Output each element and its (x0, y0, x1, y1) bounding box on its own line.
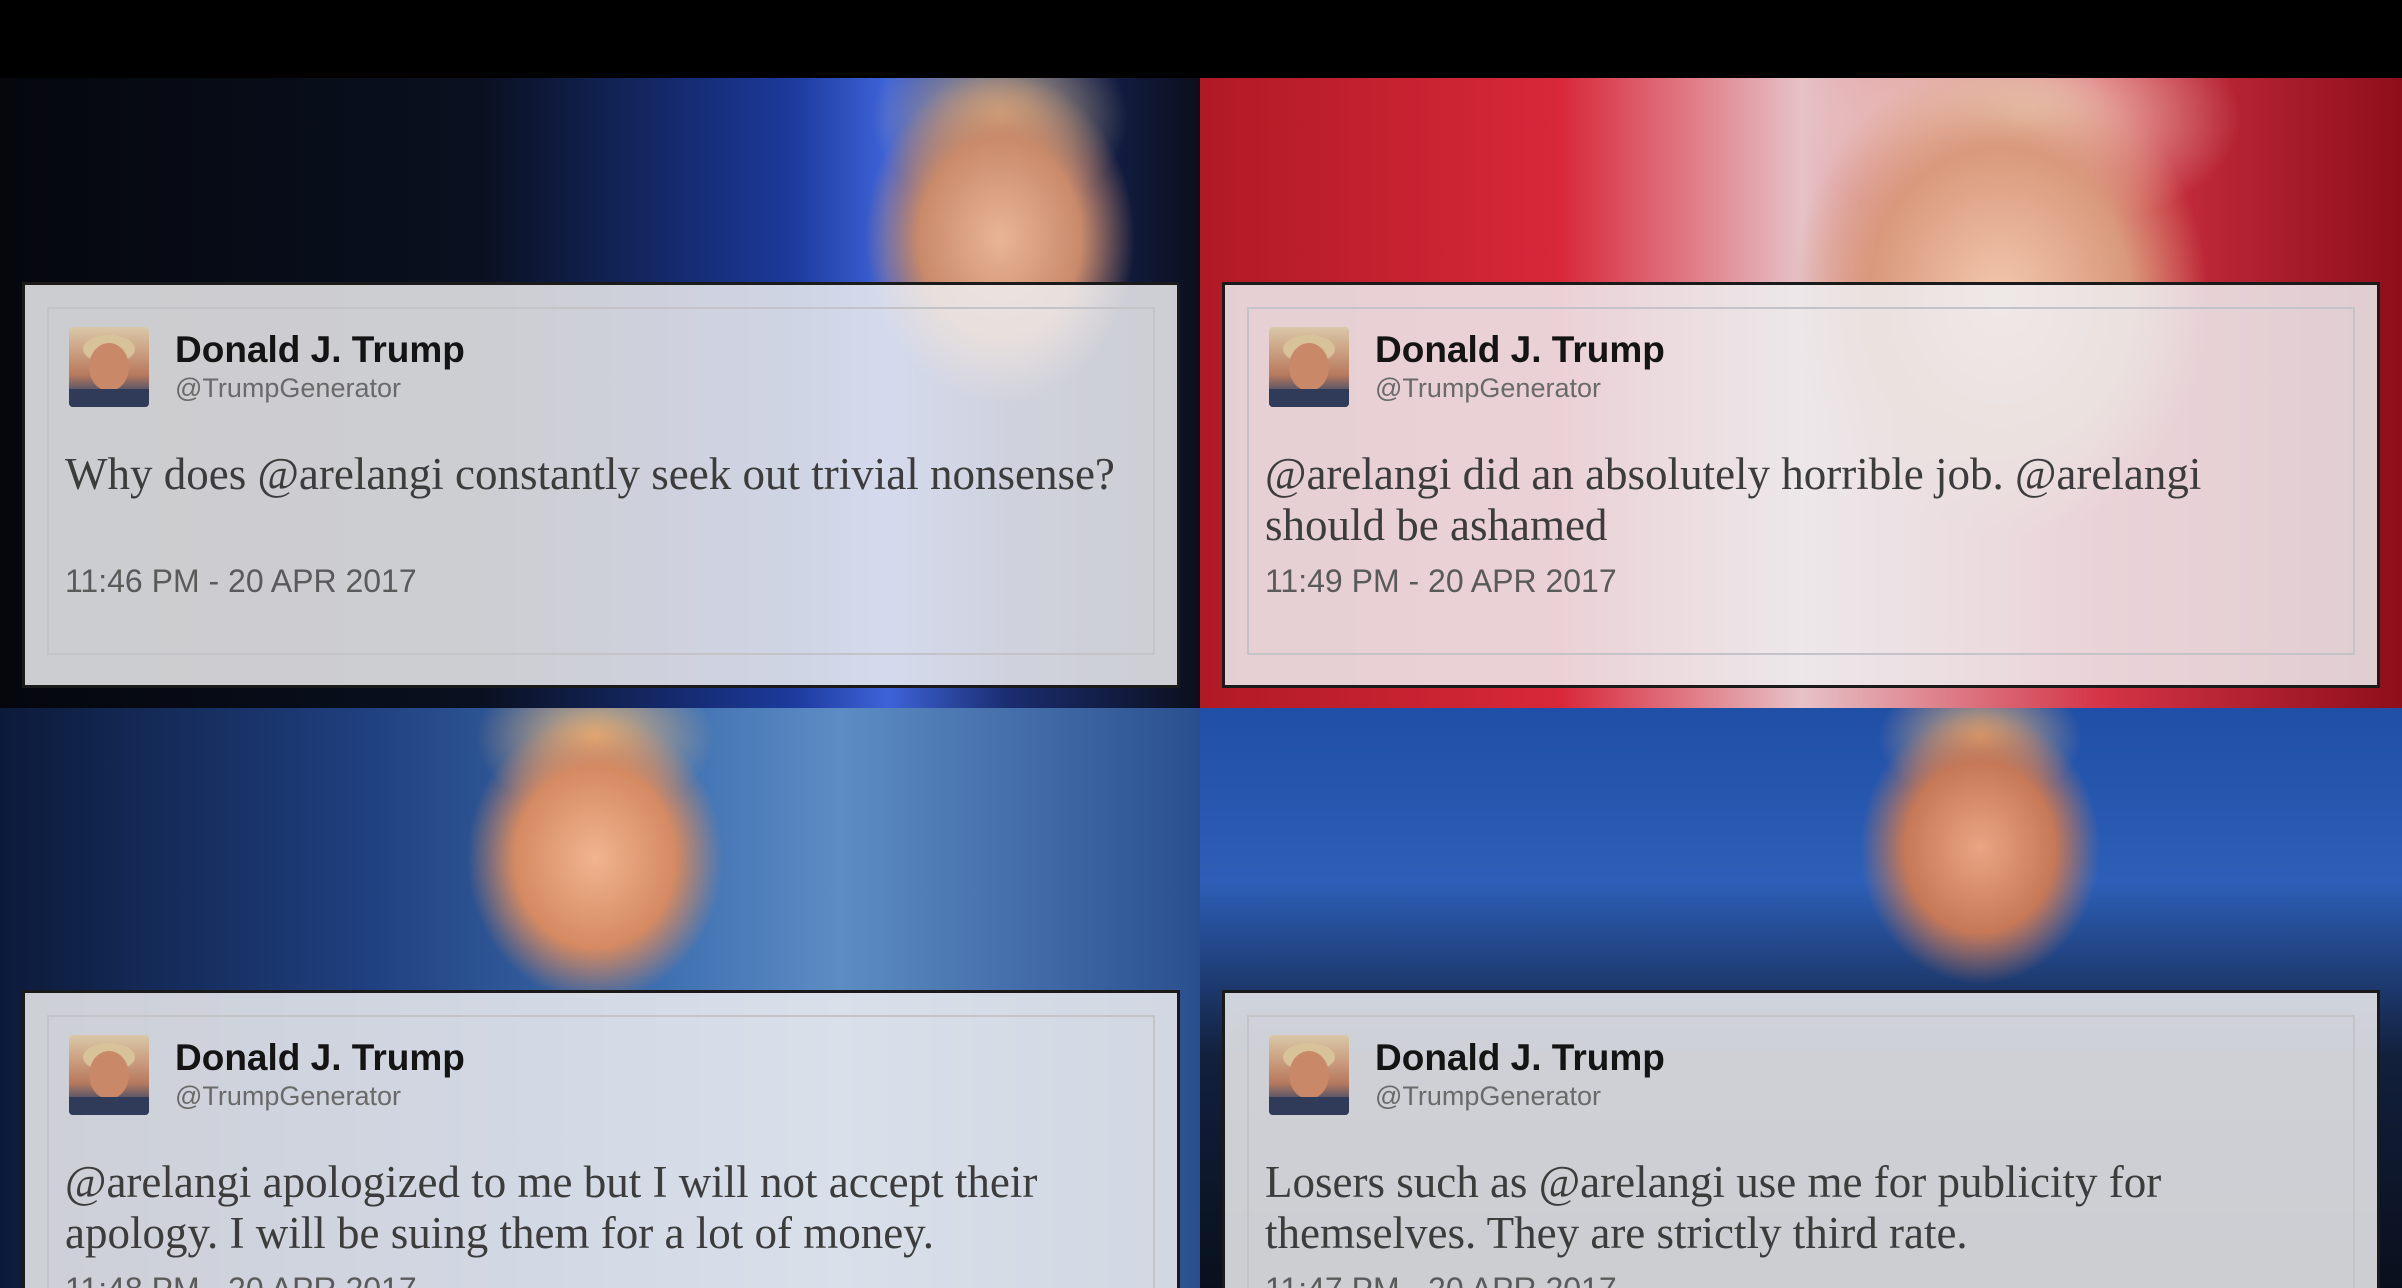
author-name[interactable]: Donald J. Trump (175, 1037, 465, 1079)
tweet-panel-2: Donald J. Trump @TrumpGenerator @arelang… (1200, 78, 2402, 708)
avatar[interactable] (69, 327, 149, 407)
avatar[interactable] (69, 1035, 149, 1115)
tweet-panel-4: Donald J. Trump @TrumpGenerator Losers s… (1200, 708, 2402, 1288)
tweet-timestamp[interactable]: 11:46 PM - 20 APR 2017 (65, 563, 417, 600)
tweet-text: @arelangi apologized to me but I will no… (65, 1157, 1038, 1258)
avatar[interactable] (1269, 1035, 1349, 1115)
tweet-timestamp[interactable]: 11:49 PM - 20 APR 2017 (1265, 563, 1617, 600)
author-handle[interactable]: @TrumpGenerator (1375, 373, 1601, 404)
author-name[interactable]: Donald J. Trump (175, 329, 465, 371)
tweet-card-inner: Donald J. Trump @TrumpGenerator @arelang… (1247, 307, 2355, 655)
tweet-card[interactable]: Donald J. Trump @TrumpGenerator @arelang… (1222, 282, 2380, 688)
tweet-card[interactable]: Donald J. Trump @TrumpGenerator Losers s… (1222, 990, 2380, 1288)
tweet-text: @arelangi did an absolutely horrible job… (1265, 449, 2202, 550)
author-name[interactable]: Donald J. Trump (1375, 1037, 1665, 1079)
tweet-card[interactable]: Donald J. Trump @TrumpGenerator @arelang… (22, 990, 1180, 1288)
avatar-portrait-icon (1269, 1043, 1349, 1115)
tweet-panel-3: Donald J. Trump @TrumpGenerator @arelang… (0, 708, 1200, 1288)
author-handle[interactable]: @TrumpGenerator (1375, 1081, 1601, 1112)
author-handle[interactable]: @TrumpGenerator (175, 1081, 401, 1112)
tweet-grid: Donald J. Trump @TrumpGenerator Why does… (0, 78, 2402, 1288)
tweet-card-inner: Donald J. Trump @TrumpGenerator Losers s… (1247, 1015, 2355, 1288)
tweet-timestamp[interactable]: 11:48 PM - 20 APR 2017 (65, 1271, 417, 1288)
tweet-card[interactable]: Donald J. Trump @TrumpGenerator Why does… (22, 282, 1180, 688)
tweet-card-inner: Donald J. Trump @TrumpGenerator @arelang… (47, 1015, 1155, 1288)
author-handle[interactable]: @TrumpGenerator (175, 373, 401, 404)
tweet-timestamp[interactable]: 11:47 PM - 20 APR 2017 (1265, 1271, 1617, 1288)
author-name[interactable]: Donald J. Trump (1375, 329, 1665, 371)
avatar-portrait-icon (1269, 335, 1349, 407)
avatar-portrait-icon (69, 335, 149, 407)
tweet-panel-1: Donald J. Trump @TrumpGenerator Why does… (0, 78, 1200, 708)
avatar[interactable] (1269, 327, 1349, 407)
avatar-portrait-icon (69, 1043, 149, 1115)
tweet-card-inner: Donald J. Trump @TrumpGenerator Why does… (47, 307, 1155, 655)
tweet-text: Why does @arelangi constantly seek out t… (65, 449, 1115, 499)
tweet-text: Losers such as @arelangi use me for publ… (1265, 1157, 2162, 1258)
